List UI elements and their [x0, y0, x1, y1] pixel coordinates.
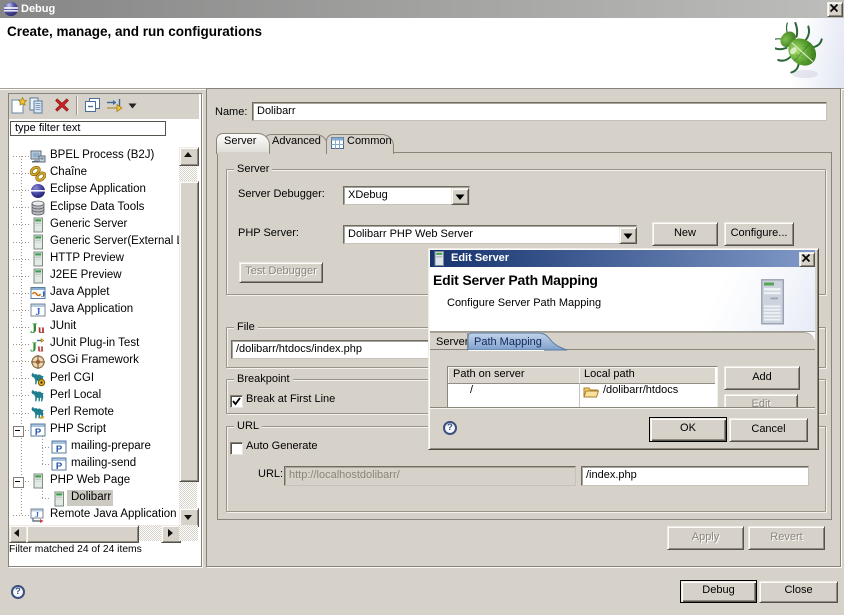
svg-text:J: J	[35, 510, 39, 519]
svg-text:u: u	[38, 342, 44, 353]
svg-text:J: J	[30, 340, 37, 353]
svg-text:u: u	[38, 322, 45, 336]
svg-text:J: J	[30, 321, 38, 336]
